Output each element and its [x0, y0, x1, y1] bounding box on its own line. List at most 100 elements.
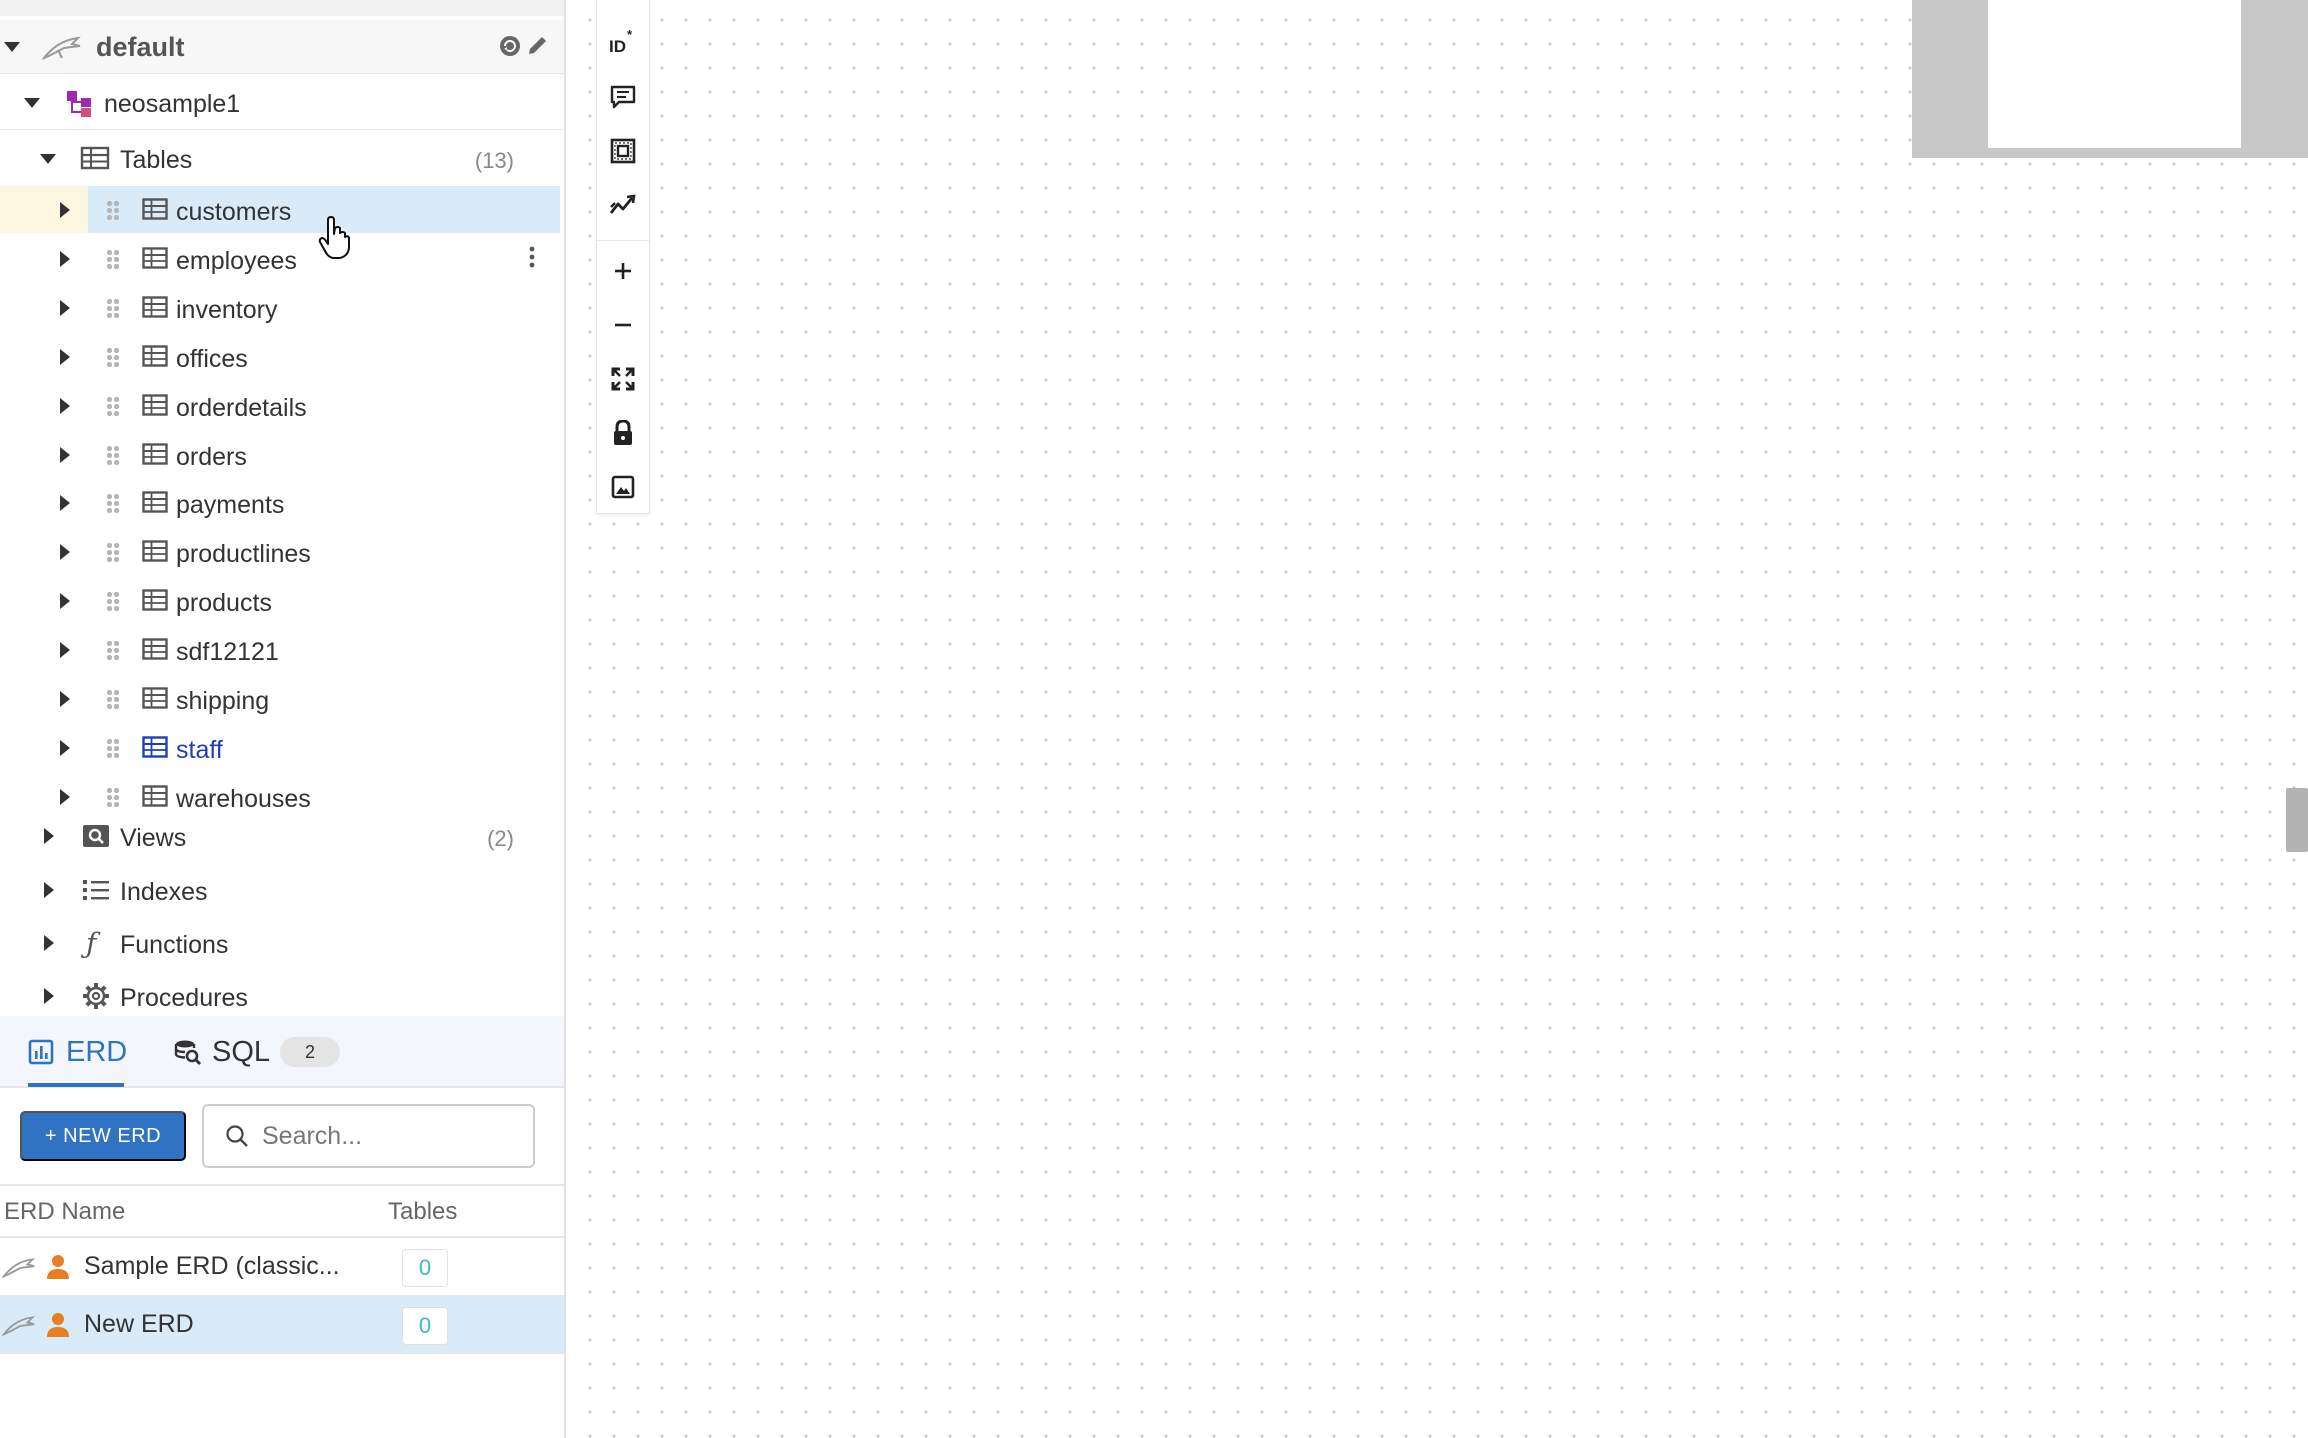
- drag-handle-icon[interactable]: [106, 493, 120, 516]
- expand-caret-icon[interactable]: [60, 348, 70, 365]
- indexes-group-row[interactable]: Indexes: [0, 866, 564, 914]
- database-name: neosample1: [104, 90, 241, 118]
- drag-handle-icon[interactable]: [106, 542, 120, 565]
- table-name: staff: [176, 735, 223, 764]
- expand-caret-icon[interactable]: [60, 202, 70, 218]
- erd-table-count: 0: [402, 1307, 448, 1345]
- expand-caret-icon[interactable]: [60, 691, 70, 707]
- drag-handle-icon[interactable]: [106, 444, 120, 467]
- table-name: orderdetails: [176, 393, 307, 422]
- collapse-caret-icon[interactable]: [4, 42, 20, 52]
- drag-handle-icon[interactable]: [106, 297, 120, 320]
- erd-row-selected[interactable]: New ERD 0: [0, 1296, 564, 1354]
- drag-handle-icon[interactable]: [106, 248, 120, 271]
- erd-search-box[interactable]: [202, 1104, 535, 1168]
- table-item-customers[interactable]: customers: [0, 190, 564, 230]
- erd-row[interactable]: Sample ERD (classic... 0: [0, 1238, 564, 1296]
- expand-caret-icon[interactable]: [60, 250, 70, 267]
- table-item-shipping[interactable]: shipping: [0, 679, 564, 719]
- expand-caret-icon[interactable]: [44, 882, 54, 898]
- sql-search-icon: [174, 1040, 202, 1066]
- table-item-payments[interactable]: payments: [0, 483, 564, 523]
- fit-view-button[interactable]: [597, 354, 649, 404]
- add-frame-button[interactable]: [597, 126, 649, 176]
- expand-caret-icon[interactable]: [44, 828, 54, 844]
- erd-canvas[interactable]: [568, 0, 2308, 1438]
- canvas-toolbar: ID *: [596, 0, 650, 514]
- procedures-label: Procedures: [120, 984, 248, 1012]
- procedures-group-row[interactable]: Procedures: [0, 972, 564, 1020]
- expand-caret-icon[interactable]: [60, 642, 70, 659]
- expand-caret-icon[interactable]: [60, 739, 70, 756]
- drag-handle-icon[interactable]: [106, 346, 120, 369]
- lock-button[interactable]: [597, 408, 649, 458]
- table-item-orderdetails[interactable]: orderdetails: [0, 386, 564, 426]
- drag-handle-icon[interactable]: [106, 591, 120, 614]
- table-item-sdf12121[interactable]: sdf12121: [0, 630, 564, 670]
- table-item-inventory[interactable]: inventory: [0, 288, 564, 328]
- table-name: warehouses: [176, 784, 311, 813]
- export-image-button[interactable]: [597, 462, 649, 512]
- expand-caret-icon[interactable]: [60, 397, 70, 414]
- table-item-staff[interactable]: staff: [0, 728, 564, 768]
- pointer-hand-cursor-icon: [318, 216, 350, 259]
- table-icon: [142, 344, 168, 367]
- edit-pencil-icon[interactable]: [526, 33, 550, 57]
- database-row[interactable]: neosample1: [0, 76, 564, 130]
- connection-row[interactable]: default: [0, 20, 564, 74]
- tab-erd-label: ERD: [66, 1035, 128, 1068]
- tables-column-header[interactable]: Tables: [388, 1198, 457, 1226]
- database-schema-icon: [67, 91, 91, 117]
- functions-group-row[interactable]: ƒ Functions: [0, 919, 564, 967]
- expand-caret-icon[interactable]: [60, 495, 70, 512]
- table-icon: [142, 589, 168, 611]
- more-options-icon[interactable]: [528, 246, 536, 268]
- erd-name-column-header[interactable]: ERD Name: [4, 1198, 125, 1226]
- toggle-id-button[interactable]: ID *: [597, 16, 649, 66]
- auto-layout-button[interactable]: [597, 180, 649, 230]
- expand-caret-icon[interactable]: [60, 446, 70, 463]
- drag-handle-icon[interactable]: [106, 737, 120, 760]
- connection-logo-icon: [2, 1316, 36, 1336]
- tab-erd[interactable]: ERD: [28, 1016, 127, 1088]
- table-item-orders[interactable]: orders: [0, 435, 564, 475]
- sql-count-badge: 2: [280, 1037, 341, 1067]
- new-erd-button[interactable]: + NEW ERD: [20, 1111, 186, 1161]
- views-count: (2): [487, 826, 514, 851]
- add-comment-button[interactable]: [597, 72, 649, 122]
- zoom-in-button[interactable]: [597, 246, 649, 296]
- table-item-warehouses[interactable]: warehouses: [0, 777, 564, 817]
- expand-caret-icon[interactable]: [44, 935, 54, 951]
- tab-sql-label: SQL: [212, 1035, 271, 1068]
- table-item-employees[interactable]: employees: [0, 239, 564, 279]
- expand-caret-icon[interactable]: [44, 988, 54, 1004]
- views-group-row[interactable]: Views (2): [0, 812, 564, 860]
- expand-caret-icon[interactable]: [60, 788, 70, 805]
- minimap-viewport[interactable]: [1988, 0, 2241, 148]
- drag-handle-icon[interactable]: [106, 786, 120, 809]
- erd-name: New ERD: [84, 1310, 194, 1338]
- table-item-productlines[interactable]: productlines: [0, 532, 564, 572]
- collapse-caret-icon[interactable]: [40, 154, 56, 164]
- expand-caret-icon[interactable]: [60, 593, 70, 610]
- tab-sql[interactable]: SQL 2: [174, 1016, 341, 1088]
- tables-folder-icon: [80, 146, 110, 170]
- zoom-out-button[interactable]: [597, 300, 649, 350]
- drag-handle-icon[interactable]: [106, 200, 120, 222]
- table-name: productlines: [176, 540, 311, 569]
- refresh-icon[interactable]: [498, 34, 522, 58]
- connection-name: default: [96, 32, 185, 62]
- table-item-offices[interactable]: offices: [0, 337, 564, 377]
- drag-handle-icon[interactable]: [106, 395, 120, 418]
- tables-group-row[interactable]: Tables (13): [0, 134, 564, 182]
- vertical-scrollbar-thumb[interactable]: [2286, 788, 2308, 852]
- table-icon: [142, 491, 168, 514]
- expand-caret-icon[interactable]: [60, 544, 70, 561]
- drag-handle-icon[interactable]: [106, 640, 120, 663]
- expand-caret-icon[interactable]: [60, 299, 70, 316]
- id-toggle-icon: ID *: [609, 28, 633, 54]
- drag-handle-icon[interactable]: [106, 689, 120, 711]
- collapse-caret-icon[interactable]: [24, 98, 40, 108]
- erd-search-input[interactable]: [262, 1121, 512, 1151]
- table-item-products[interactable]: products: [0, 581, 564, 621]
